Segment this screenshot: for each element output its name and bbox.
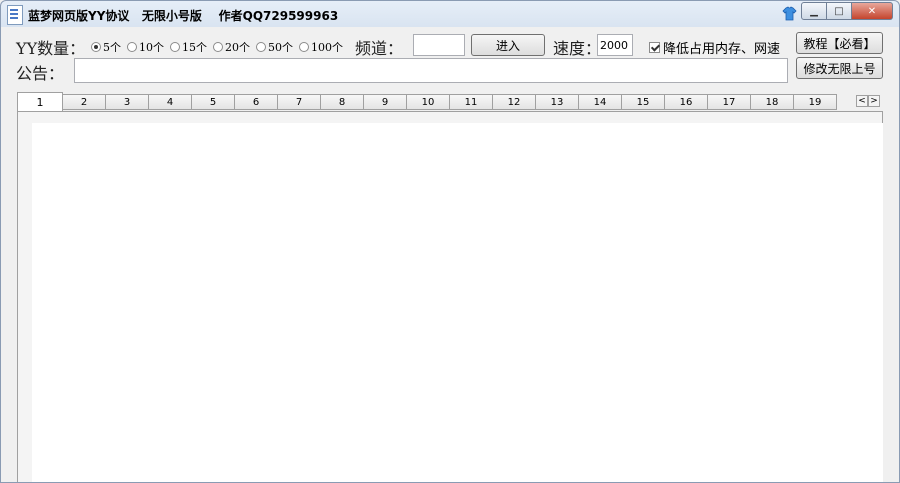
window-controls: ▁ □ ✕ bbox=[801, 2, 893, 20]
radio-15[interactable]: 15个 bbox=[170, 39, 207, 55]
main-window: 蓝梦网页版YY协议 无限小号版 作者QQ729599963 ▁ □ ✕ YY数量… bbox=[0, 0, 900, 483]
checkbox-label: 降低占用内存、网速 bbox=[663, 42, 781, 57]
tab-11[interactable]: 11 bbox=[450, 94, 493, 110]
radio-label: 5个 bbox=[103, 41, 121, 54]
radio-dot[interactable] bbox=[213, 42, 223, 52]
speed-label: 速度： bbox=[553, 39, 602, 58]
radio-label: 20个 bbox=[225, 41, 250, 54]
tab-6[interactable]: 6 bbox=[235, 94, 278, 110]
tab-scroll-right-button[interactable]: > bbox=[868, 95, 880, 107]
radio-dot[interactable] bbox=[170, 42, 180, 52]
maximize-button[interactable]: □ bbox=[827, 2, 852, 20]
radio-label: 50个 bbox=[268, 41, 293, 54]
radio-label: 10个 bbox=[139, 41, 164, 54]
radio-5[interactable]: 5个 bbox=[91, 39, 121, 55]
radio-20[interactable]: 20个 bbox=[213, 39, 250, 55]
tab-13[interactable]: 13 bbox=[536, 94, 579, 110]
radio-100[interactable]: 100个 bbox=[299, 39, 343, 55]
title-bar[interactable]: 蓝梦网页版YY协议 无限小号版 作者QQ729599963 ▁ □ ✕ bbox=[1, 1, 899, 27]
reduce-usage-checkbox[interactable]: 降低占用内存、网速 bbox=[649, 38, 780, 57]
radio-label: 15个 bbox=[182, 41, 207, 54]
radio-dot[interactable] bbox=[91, 42, 101, 52]
app-icon bbox=[7, 5, 23, 25]
notice-label: 公告： bbox=[16, 64, 65, 83]
radio-dot[interactable] bbox=[127, 42, 137, 52]
tab-3[interactable]: 3 bbox=[106, 94, 149, 110]
enter-button[interactable]: 进入 bbox=[471, 34, 545, 56]
close-button[interactable]: ✕ bbox=[852, 2, 893, 20]
tab-panel bbox=[17, 111, 883, 482]
tab-2[interactable]: 2 bbox=[63, 94, 106, 110]
tab-4[interactable]: 4 bbox=[149, 94, 192, 110]
tutorial-button[interactable]: 教程【必看】 bbox=[796, 32, 883, 54]
channel-label: 频道： bbox=[355, 39, 404, 58]
tab-scroll-left-button[interactable]: < bbox=[856, 95, 868, 107]
tab-9[interactable]: 9 bbox=[364, 94, 407, 110]
tab-12[interactable]: 12 bbox=[493, 94, 536, 110]
notice-input[interactable] bbox=[74, 58, 788, 83]
window-title: 蓝梦网页版YY协议 无限小号版 作者QQ729599963 bbox=[28, 9, 339, 23]
radio-dot[interactable] bbox=[256, 42, 266, 52]
tab-10[interactable]: 10 bbox=[407, 94, 450, 110]
tab-16[interactable]: 16 bbox=[665, 94, 708, 110]
tshirt-icon[interactable] bbox=[782, 6, 797, 21]
yy-count-radio-group: 5个 10个 15个 20个 50个 100个 bbox=[91, 39, 349, 55]
checkbox-box[interactable] bbox=[649, 42, 660, 53]
minimize-button[interactable]: ▁ bbox=[801, 2, 827, 20]
tab-14[interactable]: 14 bbox=[579, 94, 622, 110]
tab-8[interactable]: 8 bbox=[321, 94, 364, 110]
tab-17[interactable]: 17 bbox=[708, 94, 751, 110]
modify-account-button[interactable]: 修改无限上号 bbox=[796, 57, 883, 79]
radio-dot[interactable] bbox=[299, 42, 309, 52]
radio-label: 100个 bbox=[311, 41, 343, 54]
radio-50[interactable]: 50个 bbox=[256, 39, 293, 55]
tab-strip: 1 2 3 4 5 6 7 8 9 10 11 12 13 14 15 16 1… bbox=[17, 92, 837, 111]
speed-input[interactable]: 2000 bbox=[597, 34, 633, 56]
tab-18[interactable]: 18 bbox=[751, 94, 794, 110]
tab-1[interactable]: 1 bbox=[17, 92, 63, 111]
tab-scroll-buttons: < > bbox=[856, 95, 880, 107]
tab-content-area[interactable] bbox=[32, 123, 883, 482]
yy-count-label: YY数量： bbox=[16, 39, 86, 58]
channel-input[interactable] bbox=[413, 34, 465, 56]
tab-7[interactable]: 7 bbox=[278, 94, 321, 110]
tab-15[interactable]: 15 bbox=[622, 94, 665, 110]
radio-10[interactable]: 10个 bbox=[127, 39, 164, 55]
tab-5[interactable]: 5 bbox=[192, 94, 235, 110]
tab-19[interactable]: 19 bbox=[794, 94, 837, 110]
